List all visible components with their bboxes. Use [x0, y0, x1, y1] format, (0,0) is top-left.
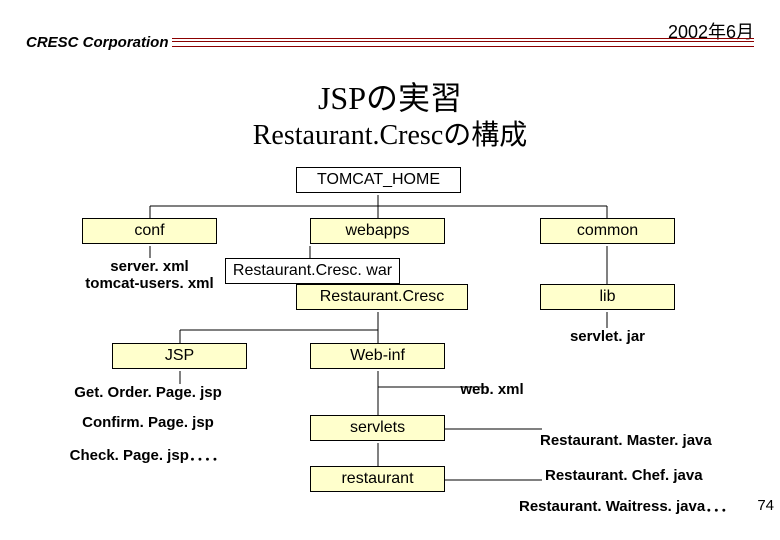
file-web-xml: web. xml: [452, 381, 532, 398]
page-number: 74: [757, 497, 774, 514]
file-check: Check. Page. jsp．．．．: [58, 444, 238, 465]
node-conf: conf: [82, 218, 217, 244]
node-common: common: [540, 218, 675, 244]
file-servlet-jar: servlet. jar: [540, 328, 675, 345]
node-webapps: webapps: [310, 218, 445, 244]
node-tomcat-home: TOMCAT_HOME: [296, 167, 461, 193]
node-restaurant: restaurant: [310, 466, 445, 492]
header-divider: [172, 38, 754, 47]
title-line-1: JSPの実習: [0, 78, 780, 118]
file-waitress: Restaurant. Waitress. java．．．: [519, 495, 759, 516]
title-line-2: Restaurant.Crescの構成: [0, 118, 780, 153]
node-jsp: JSP: [112, 343, 247, 369]
node-war: Restaurant.Cresc. war: [225, 258, 400, 284]
title-block: JSPの実習 Restaurant.Crescの構成: [0, 78, 780, 153]
file-confirm: Confirm. Page. jsp: [58, 414, 238, 431]
company-name: CRESC Corporation: [26, 34, 169, 51]
slide-header: CRESC Corporation 2002年6月: [0, 0, 780, 18]
file-chef: Restaurant. Chef. java: [545, 467, 745, 484]
node-servlets: servlets: [310, 415, 445, 441]
file-master: Restaurant. Master. java: [540, 432, 740, 449]
file-server-xml: server. xml tomcat-users. xml: [82, 258, 217, 292]
node-restaurant-cresc: Restaurant.Cresc: [296, 284, 468, 310]
node-web-inf: Web-inf: [310, 343, 445, 369]
node-lib: lib: [540, 284, 675, 310]
file-get-order: Get. Order. Page. jsp: [58, 384, 238, 401]
